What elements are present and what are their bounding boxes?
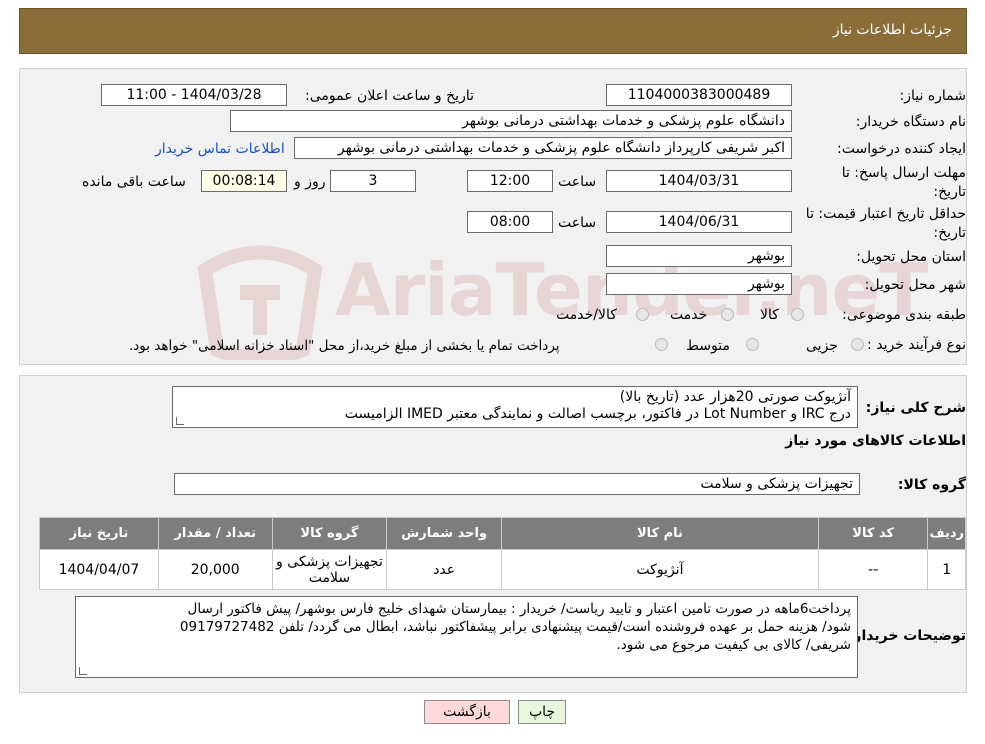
validity-date-field: 1404/06/31	[606, 211, 792, 233]
buyer-notes-line-3: شریفی/ کالای بی کیفیت مرجوع می شود.	[616, 637, 852, 653]
need-number-label: شماره نیاز:	[899, 88, 967, 104]
deadline-date-field: 1404/03/31	[606, 170, 792, 192]
category-goods-service-radio[interactable]	[636, 308, 649, 321]
cell-quantity: 20,000	[157, 549, 273, 590]
col-name: نام کالا	[501, 517, 819, 550]
deadline-time-label: ساعت	[558, 174, 597, 190]
buyer-notes-textarea[interactable]: پرداخت6ماهه در صورت تامین اعتبار و تایید…	[75, 596, 858, 678]
col-code: کد کالا	[817, 517, 929, 550]
col-group: گروه کالا	[271, 517, 388, 550]
table-row: 1 -- آنژیوکت عدد تجهیزات پزشکی و سلامت 2…	[39, 549, 966, 590]
buyer-org-field: دانشگاه علوم پزشکی و خدمات بهداشتی درمان…	[230, 110, 792, 132]
purchase-medium-label: متوسط	[686, 338, 730, 354]
cell-need-date: 1404/04/07	[39, 549, 159, 590]
remaining-time-field: 00:08:14	[201, 170, 287, 192]
col-quantity: تعداد / مقدار	[157, 517, 273, 550]
page-title: جزئیات اطلاعات نیاز	[832, 22, 952, 38]
description-label: شرح کلی نیاز:	[865, 400, 966, 416]
category-goods-radio[interactable]	[791, 308, 804, 321]
goods-group-field: تجهیزات پزشکی و سلامت	[174, 473, 860, 495]
print-button[interactable]: چاپ	[518, 700, 566, 724]
deadline-label: مهلت ارسال پاسخ: تا تاریخ:	[841, 165, 966, 200]
col-unit: واحد شمارش	[386, 517, 503, 550]
purchase-minor-label: جزیی	[806, 338, 838, 354]
cell-group: تجهیزات پزشکی و سلامت	[271, 549, 388, 590]
page-header: جزئیات اطلاعات نیاز	[19, 8, 967, 54]
cell-unit: عدد	[386, 549, 503, 590]
category-service-radio[interactable]	[721, 308, 734, 321]
buyer-notes-line-2: شود/ هزینه حمل بر عهده فروشنده است/قیمت …	[179, 619, 851, 635]
back-button[interactable]: بازگشت	[424, 700, 510, 724]
need-number-field: 1104000383000489	[606, 84, 792, 106]
goods-table: ردیف کد کالا نام کالا واحد شمارش گروه کا…	[39, 517, 966, 590]
validity-time-field: 08:00	[467, 211, 553, 233]
province-label: استان محل تحویل:	[856, 249, 966, 265]
cell-code: --	[817, 549, 929, 590]
purchase-treasury-radio[interactable]	[655, 338, 668, 351]
province-field: بوشهر	[606, 245, 792, 267]
deadline-time-field: 12:00	[467, 170, 553, 192]
buyer-org-label: نام دستگاه خریدار:	[855, 114, 966, 130]
category-label: طبقه بندی موضوعی:	[842, 307, 966, 323]
table-header-row: ردیف کد کالا نام کالا واحد شمارش گروه کا…	[39, 517, 966, 550]
days-label: روز و	[294, 174, 326, 190]
validity-time-label: ساعت	[558, 215, 597, 231]
buyer-contact-link[interactable]: اطلاعات تماس خریدار	[155, 141, 285, 157]
col-row: ردیف	[927, 517, 966, 550]
purchase-minor-radio[interactable]	[851, 338, 864, 351]
description-textarea[interactable]: آنژیوکت صورتی 20هزار عدد (تاریخ بالا) در…	[172, 386, 858, 428]
purchase-type-label: نوع فرآیند خرید :	[867, 337, 966, 353]
requester-label: ایجاد کننده درخواست:	[837, 141, 966, 157]
resize-handle[interactable]	[79, 667, 87, 675]
description-line-1: آنژیوکت صورتی 20هزار عدد (تاریخ بالا)	[619, 389, 851, 405]
cell-name: آنژیوکت	[501, 549, 819, 590]
col-need-date: تاریخ نیاز	[39, 517, 159, 550]
category-service-label: خدمت	[670, 307, 708, 323]
city-label: شهر محل تحویل:	[864, 277, 966, 293]
goods-group-label: گروه کالا:	[897, 477, 966, 493]
announce-datetime-field: 1404/03/28 - 11:00	[101, 84, 287, 106]
days-field: 3	[330, 170, 416, 192]
purchase-treasury-note: پرداخت تمام یا بخشی از مبلغ خرید،از محل …	[129, 338, 560, 354]
goods-section-title: اطلاعات کالاهای مورد نیاز	[785, 433, 966, 449]
validity-label: حداقل تاریخ اعتبار قیمت: تا تاریخ:	[805, 206, 966, 241]
requester-field: اکبر شریفی کارپرداز دانشگاه علوم پزشکی و…	[294, 137, 792, 159]
description-line-2: درج IRC و Lot Number در فاکتور، برچسب اص…	[344, 406, 851, 422]
buyer-notes-label: توضیحات خریدار:	[847, 628, 966, 644]
category-goods-label: کالا	[760, 307, 779, 323]
purchase-medium-radio[interactable]	[746, 338, 759, 351]
city-field: بوشهر	[606, 273, 792, 295]
buyer-notes-line-1: پرداخت6ماهه در صورت تامین اعتبار و تایید…	[187, 601, 851, 617]
announce-label: تاریخ و ساعت اعلان عمومی:	[305, 88, 474, 104]
category-goods-service-label: کالا/خدمت	[556, 307, 617, 323]
resize-handle[interactable]	[176, 417, 184, 425]
cell-row: 1	[927, 549, 966, 590]
remaining-label: ساعت باقی مانده	[82, 174, 186, 190]
